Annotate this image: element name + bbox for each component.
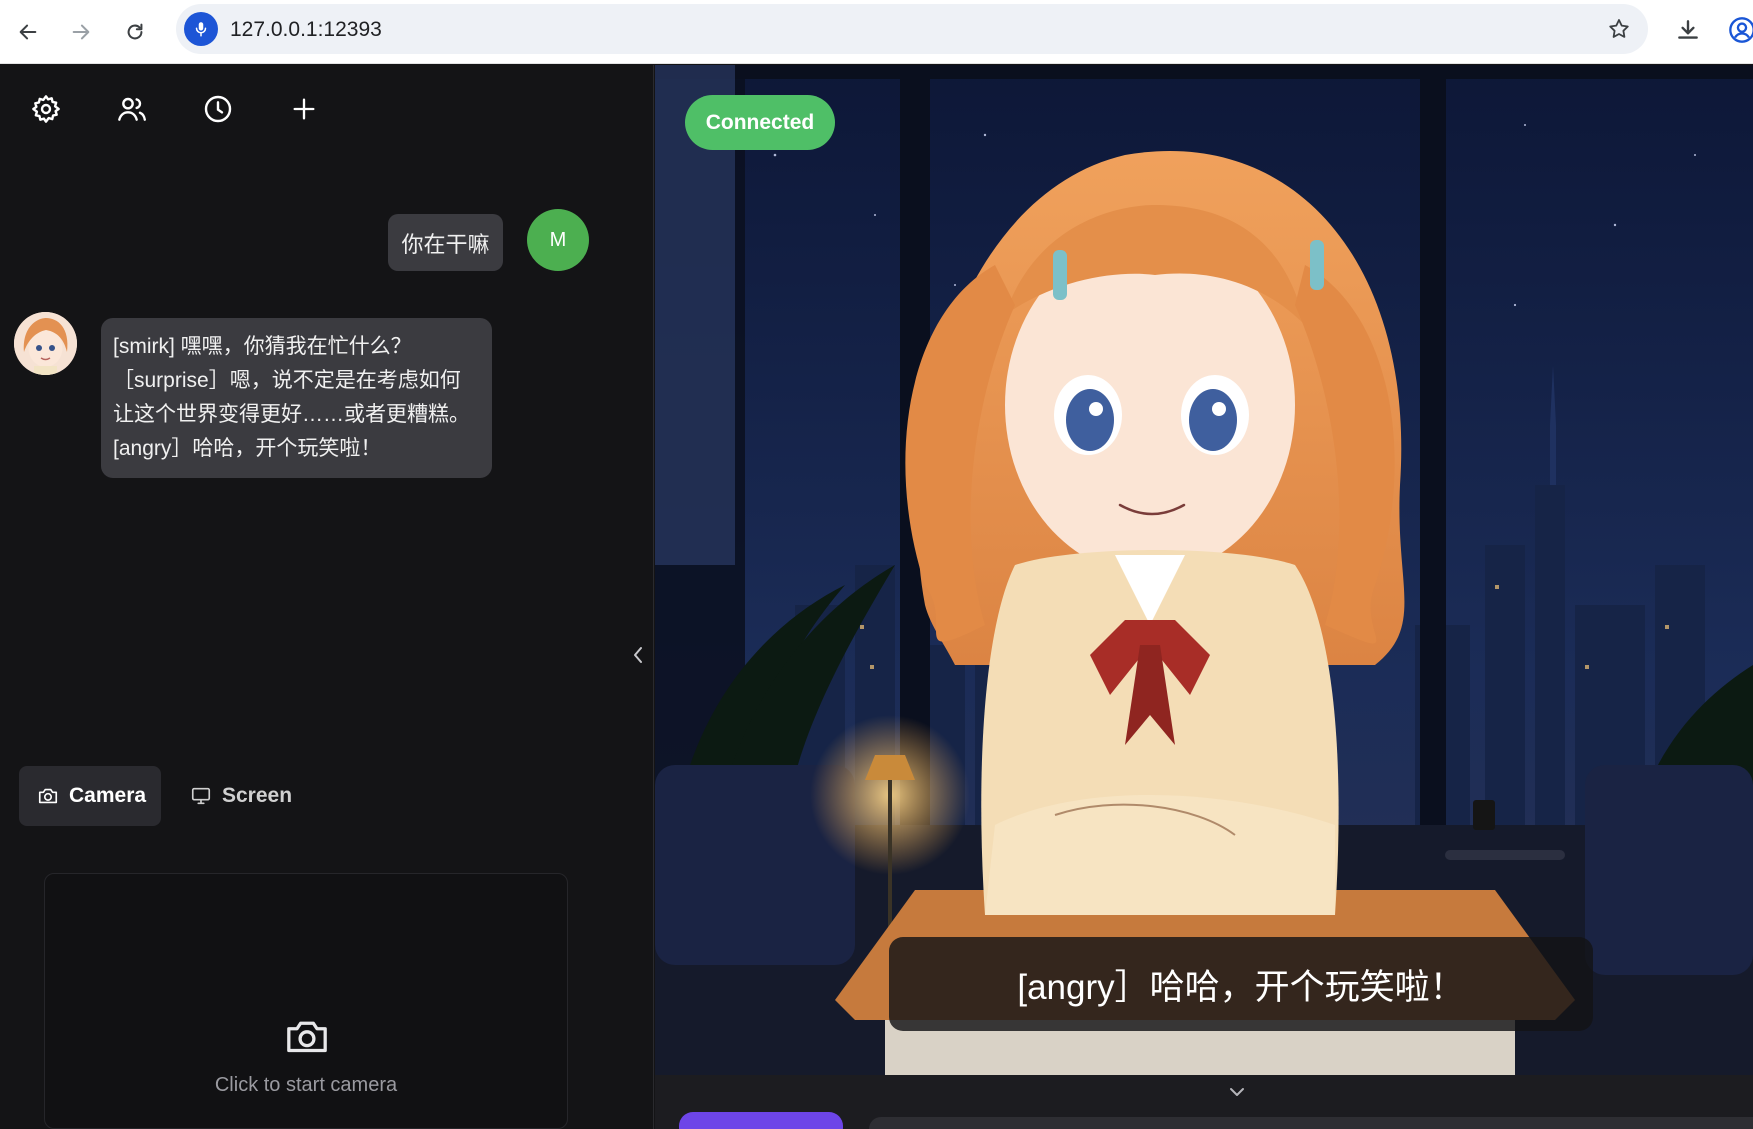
history-button[interactable] (196, 87, 240, 131)
reload-button[interactable] (115, 12, 155, 52)
camera-icon (287, 1021, 327, 1053)
clock-icon (204, 95, 232, 123)
characters-button[interactable] (110, 87, 154, 131)
reload-icon (127, 23, 143, 40)
back-arrow-icon (19, 24, 37, 40)
bookmark-star-icon (1609, 19, 1629, 38)
camera-preview[interactable]: Click to start camera (44, 873, 568, 1129)
live2d-stage: Connected [angry］哈哈，开个玩笑啦！ (655, 65, 1753, 1075)
profile-icon (1729, 17, 1753, 43)
chevron-left-icon (634, 647, 642, 663)
address-bar[interactable]: 127.0.0.1:12393 (176, 4, 1648, 54)
user-avatar: M (527, 209, 589, 271)
screen-tab-label: Screen (222, 784, 293, 807)
monitor-icon (191, 787, 211, 805)
camera-hint: Click to start camera (214, 1074, 398, 1096)
stage-bottom-bar (655, 1075, 1753, 1129)
expand-controls-button[interactable] (1222, 1081, 1252, 1103)
screen-tab[interactable]: Screen (176, 766, 306, 826)
forward-button[interactable] (61, 12, 101, 52)
browser-toolbar: 127.0.0.1:12393 (0, 0, 1753, 64)
ai-avatar (14, 312, 77, 375)
mic-toggle-button[interactable] (679, 1112, 843, 1129)
microphone-icon (195, 22, 207, 37)
back-button[interactable] (8, 12, 48, 52)
connection-status-badge: Connected (685, 95, 835, 150)
people-icon (118, 97, 146, 121)
url-text[interactable]: 127.0.0.1:12393 (230, 18, 382, 42)
message-input[interactable] (869, 1117, 1753, 1129)
download-button[interactable] (1670, 12, 1706, 48)
camera-icon (38, 788, 58, 804)
chevron-down-icon (1230, 1088, 1244, 1096)
camera-tab[interactable]: Camera (19, 766, 161, 826)
plus-icon (293, 98, 315, 120)
chat-side-panel: 你在干嘛 M [smirk] 嘿嘿，你猜我在忙什么？［surprise］嗯，说不… (0, 65, 654, 1129)
profile-button[interactable] (1724, 12, 1753, 48)
subtitle-caption: [angry］哈哈，开个玩笑啦！ (889, 937, 1593, 1031)
collapse-panel-button[interactable] (626, 640, 650, 670)
background-scene (655, 65, 1753, 1075)
settings-button[interactable] (24, 87, 68, 131)
forward-arrow-icon (72, 24, 90, 40)
ai-message-bubble: [smirk] 嘿嘿，你猜我在忙什么？［surprise］嗯，说不定是在考虑如何… (101, 318, 492, 478)
gear-icon (32, 95, 60, 123)
user-message-bubble: 你在干嘛 (388, 214, 503, 271)
download-icon (1678, 20, 1698, 39)
camera-tab-label: Camera (69, 784, 147, 807)
microphone-badge[interactable] (184, 12, 218, 46)
bookmark-button[interactable] (1604, 14, 1634, 44)
new-chat-button[interactable] (282, 87, 326, 131)
